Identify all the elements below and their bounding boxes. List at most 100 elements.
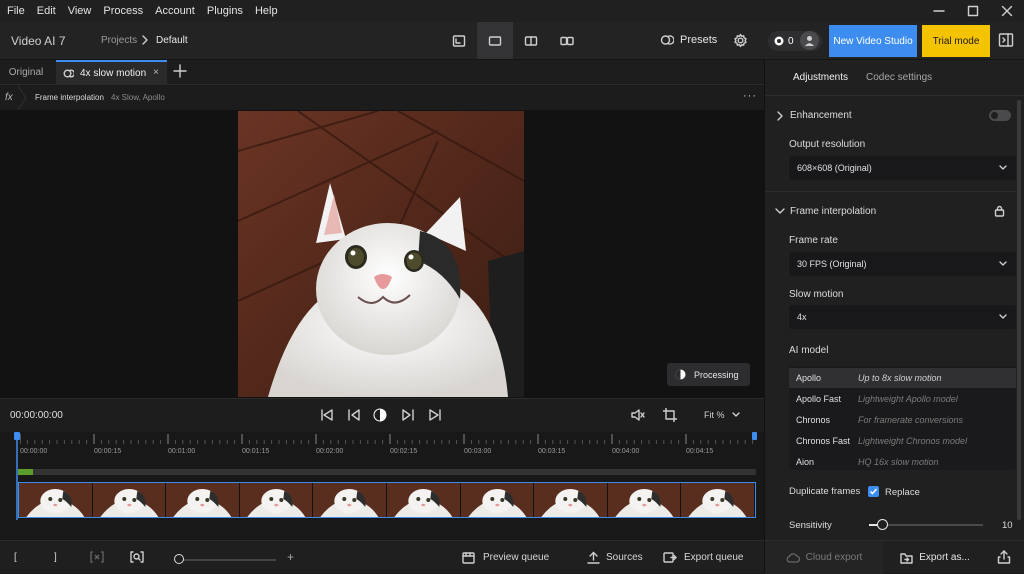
menu-edit[interactable]: Edit: [30, 5, 61, 17]
fx-icon: fx: [5, 92, 13, 103]
processing-label: Processing: [694, 369, 739, 380]
chevron-right-icon: [140, 34, 150, 46]
zoom-fit-select[interactable]: Fit %: [704, 410, 725, 420]
panel-tabs: Adjustments Codec settings: [765, 60, 1024, 96]
tab-adjustments[interactable]: Adjustments: [793, 72, 848, 83]
crop-icon[interactable]: [663, 408, 677, 422]
gear-icon[interactable]: [733, 33, 748, 48]
skip-to-end-icon[interactable]: [428, 408, 442, 422]
sources-button[interactable]: Sources: [606, 552, 643, 563]
preview-queue-button[interactable]: Preview queue: [483, 552, 549, 563]
preview-queue-icon: [462, 552, 475, 564]
avatar[interactable]: [800, 31, 819, 50]
output-resolution-select[interactable]: 608×608 (Original): [789, 156, 1016, 180]
chevron-down-icon[interactable]: [775, 207, 785, 215]
sensitivity-slider-knob[interactable]: [877, 519, 888, 530]
menu-file[interactable]: File: [0, 5, 30, 17]
new-video-studio-button[interactable]: New Video Studio: [829, 25, 917, 57]
enhancement-toggle[interactable]: [989, 110, 1011, 121]
timeline[interactable]: 00:00:00 00:00:15 00:01:00 00:01:15 00:02:00…: [0, 432, 764, 540]
presets-label: Presets: [680, 34, 718, 46]
timeline-zoom-slider[interactable]: [182, 559, 276, 561]
model-description: Up to 8x slow motion: [858, 373, 942, 383]
menu-view[interactable]: View: [61, 5, 97, 17]
maximize-icon[interactable]: [956, 0, 990, 22]
mute-icon[interactable]: [631, 408, 645, 422]
chevron-down-icon[interactable]: [731, 410, 741, 420]
tab-4x-slow-motion[interactable]: 4x slow motion: [56, 60, 167, 85]
model-option-chronos[interactable]: Chronos For framerate conversions: [789, 410, 1016, 430]
clear-marks-icon[interactable]: [90, 550, 104, 564]
ruler-label: 00:00:00: [20, 448, 48, 455]
checkmark-icon: [869, 488, 878, 495]
export-icon: [900, 552, 913, 564]
time-ruler[interactable]: 00:00:00 00:00:15 00:01:00 00:01:15 00:02:00…: [20, 432, 760, 460]
frame-interpolation-title[interactable]: Frame interpolation: [790, 206, 876, 217]
toggle-knob: [991, 112, 998, 119]
filter-label[interactable]: Frame interpolation: [35, 93, 104, 102]
slow-motion-select[interactable]: 4x: [789, 305, 1016, 329]
replace-checkbox[interactable]: [868, 486, 879, 497]
tab-label: 4x slow motion: [80, 68, 147, 79]
replace-label[interactable]: Replace: [885, 487, 920, 498]
sensitivity-label: Sensitivity: [789, 520, 832, 531]
menu-account[interactable]: Account: [148, 5, 200, 17]
skip-to-start-icon[interactable]: [320, 408, 334, 422]
ruler-label: 00:01:00: [168, 448, 196, 455]
play-processing-icon[interactable]: [373, 408, 387, 422]
panel-scrollbar[interactable]: [1017, 100, 1021, 520]
cloud-export-button[interactable]: Cloud export: [765, 541, 883, 574]
close-window-icon[interactable]: [990, 0, 1024, 22]
cloud-export-label: Cloud export: [805, 552, 863, 563]
panel-toggle-icon[interactable]: [998, 32, 1014, 48]
export-queue-button[interactable]: Export queue: [684, 552, 744, 563]
minimize-icon[interactable]: [922, 0, 956, 22]
output-resolution-value: 608×608 (Original): [797, 163, 872, 173]
zoom-to-selection-icon[interactable]: [130, 550, 144, 564]
model-option-apollo-fast[interactable]: Apollo Fast Lightweight Apollo model: [789, 389, 1016, 409]
layout-side-by-side-icon[interactable]: [549, 22, 585, 59]
trial-mode-button[interactable]: Trial mode: [922, 25, 990, 57]
enhancement-title[interactable]: Enhancement: [790, 110, 852, 121]
step-forward-icon[interactable]: [401, 408, 415, 422]
zoom-slider-knob[interactable]: [174, 554, 184, 564]
zoom-in-button[interactable]: +: [287, 550, 294, 564]
step-back-icon[interactable]: [347, 408, 361, 422]
video-preview-image: [238, 111, 524, 397]
duplicate-frames-label: Duplicate frames: [789, 486, 861, 497]
video-filmstrip[interactable]: [18, 482, 756, 518]
upload-icon: [587, 551, 600, 564]
ruler-label: 00:04:15: [686, 448, 714, 455]
layout-single-icon[interactable]: [441, 22, 477, 59]
breadcrumb-projects[interactable]: Projects: [101, 35, 137, 46]
lock-icon[interactable]: [994, 205, 1005, 217]
view-tabs: Original 4x slow motion ×: [0, 60, 764, 85]
credit-coin-icon: [774, 36, 784, 46]
add-tab-icon[interactable]: [173, 64, 187, 78]
frame-rate-select[interactable]: 30 FPS (Original): [789, 252, 1016, 276]
mark-in-button[interactable]: [: [14, 552, 17, 563]
model-description: For framerate conversions: [858, 415, 964, 425]
layout-preview-icon[interactable]: [477, 22, 513, 59]
tab-close-icon[interactable]: ×: [153, 67, 159, 78]
model-option-apollo[interactable]: Apollo Up to 8x slow motion: [789, 368, 1016, 388]
layout-split-icon[interactable]: [513, 22, 549, 59]
mark-out-button[interactable]: ]: [54, 552, 57, 563]
tab-codec-settings[interactable]: Codec settings: [866, 72, 932, 83]
presets-button[interactable]: Presets: [660, 33, 717, 47]
chevron-right-icon[interactable]: [776, 111, 784, 121]
bottom-toolbar: [ ] + Preview queue Sources Export queue: [0, 540, 764, 573]
ruler-label: 00:03:15: [538, 448, 566, 455]
model-option-aion[interactable]: Aion HQ 16x slow motion: [789, 452, 1016, 472]
menu-plugins[interactable]: Plugins: [200, 5, 248, 17]
model-name: Aion: [796, 457, 815, 467]
export-as-button[interactable]: Export as...: [885, 541, 985, 574]
model-option-chronos-fast[interactable]: Chronos Fast Lightweight Chronos model: [789, 431, 1016, 451]
menu-process[interactable]: Process: [96, 5, 148, 17]
more-options-icon[interactable]: ···: [743, 90, 757, 102]
tab-original[interactable]: Original: [0, 60, 52, 85]
share-icon[interactable]: [997, 550, 1011, 564]
processing-progress-bar: [18, 469, 756, 475]
slow-motion-value: 4x: [797, 312, 807, 322]
menu-help[interactable]: Help: [248, 5, 283, 17]
